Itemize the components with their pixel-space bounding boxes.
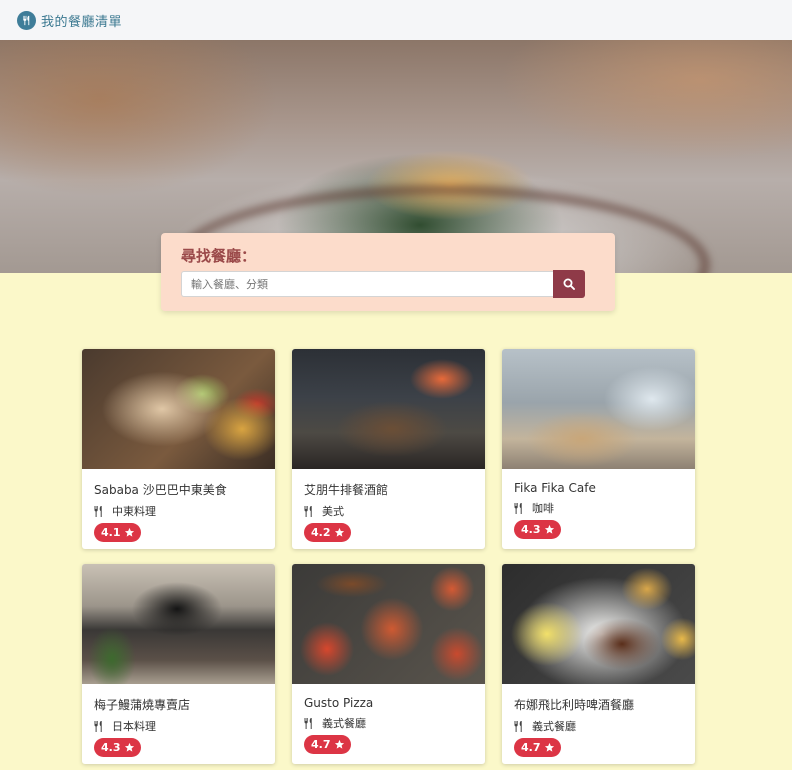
restaurant-name: Fika Fika Cafe [514,481,596,495]
utensils-icon [304,717,312,729]
rating-badge: 4.7 [304,735,351,754]
restaurant-category: 美式 [304,503,473,519]
restaurant-name: Sababa 沙巴巴中東美食 [94,483,227,497]
search-panel: 尋找餐廳： [161,233,615,311]
category-label: 美式 [322,505,344,518]
search-input[interactable] [181,271,553,297]
rating-value: 4.7 [521,741,541,754]
restaurant-category: 義式餐廳 [304,715,473,731]
rating-badge: 4.1 [94,523,141,542]
search-bar [181,270,585,298]
restaurant-category: 義式餐廳 [514,718,683,734]
restaurant-card[interactable]: 梅子鰻蒲燒專賣店 日本料理 4.3 [82,564,275,764]
star-icon [124,527,134,537]
category-label: 義式餐廳 [532,720,576,733]
rating-value: 4.7 [311,738,331,751]
restaurant-card[interactable]: Sababa 沙巴巴中東美食 中東料理 4.1 [82,349,275,549]
restaurant-name: 艾朋牛排餐酒館 [304,483,389,497]
restaurant-photo [82,564,275,684]
utensils-icon [94,720,102,732]
search-title: 尋找餐廳： [181,247,257,265]
utensils-icon [514,720,522,732]
card-body: Sababa 沙巴巴中東美食 中東料理 4.1 [82,469,275,542]
rating-value: 4.2 [311,526,331,539]
brand-link[interactable]: 我的餐廳清單 [17,10,123,30]
search-button[interactable] [553,270,585,298]
restaurant-name: 梅子鰻蒲燒專賣店 [94,698,191,712]
rating-badge: 4.3 [94,738,141,757]
restaurant-card[interactable]: 艾朋牛排餐酒館 美式 4.2 [292,349,485,549]
utensils-icon [94,505,102,517]
category-label: 中東料理 [112,505,156,518]
restaurant-grid: Sababa 沙巴巴中東美食 中東料理 4.1 艾朋牛排餐酒館 美式 4.2 F… [82,349,695,764]
utensils-icon [304,505,312,517]
star-icon [124,742,134,752]
utensils-icon [514,502,522,514]
restaurant-photo [502,349,695,469]
rating-badge: 4.7 [514,738,561,757]
restaurant-card[interactable]: Gusto Pizza 義式餐廳 4.7 [292,564,485,764]
navbar: 我的餐廳清單 [0,0,792,40]
restaurant-photo [292,349,485,469]
restaurant-photo [292,564,485,684]
restaurant-name: 布娜飛比利時啤酒餐廳 [514,698,635,712]
card-body: Fika Fika Cafe 咖啡 4.3 [502,469,695,539]
card-body: 艾朋牛排餐酒館 美式 4.2 [292,469,485,542]
category-label: 咖啡 [532,502,554,515]
star-icon [334,739,344,749]
search-icon [563,275,575,294]
rating-badge: 4.3 [514,520,561,539]
rating-badge: 4.2 [304,523,351,542]
brand-title: 我的餐廳清單 [41,14,123,30]
card-body: 梅子鰻蒲燒專賣店 日本料理 4.3 [82,684,275,757]
rating-value: 4.3 [101,741,121,754]
restaurant-card[interactable]: 布娜飛比利時啤酒餐廳 義式餐廳 4.7 [502,564,695,764]
restaurant-name: Gusto Pizza [304,696,374,710]
rating-value: 4.3 [521,523,541,536]
card-body: Gusto Pizza 義式餐廳 4.7 [292,684,485,754]
rating-value: 4.1 [101,526,121,539]
restaurant-photo [502,564,695,684]
card-body: 布娜飛比利時啤酒餐廳 義式餐廳 4.7 [502,684,695,757]
restaurant-category: 日本料理 [94,718,263,734]
restaurant-category: 中東料理 [94,503,263,519]
restaurant-card[interactable]: Fika Fika Cafe 咖啡 4.3 [502,349,695,549]
category-label: 義式餐廳 [322,717,366,730]
star-icon [334,527,344,537]
star-icon [544,524,554,534]
utensils-icon [17,10,36,30]
restaurant-photo [82,349,275,469]
category-label: 日本料理 [112,720,156,733]
restaurant-category: 咖啡 [514,500,683,516]
star-icon [544,742,554,752]
